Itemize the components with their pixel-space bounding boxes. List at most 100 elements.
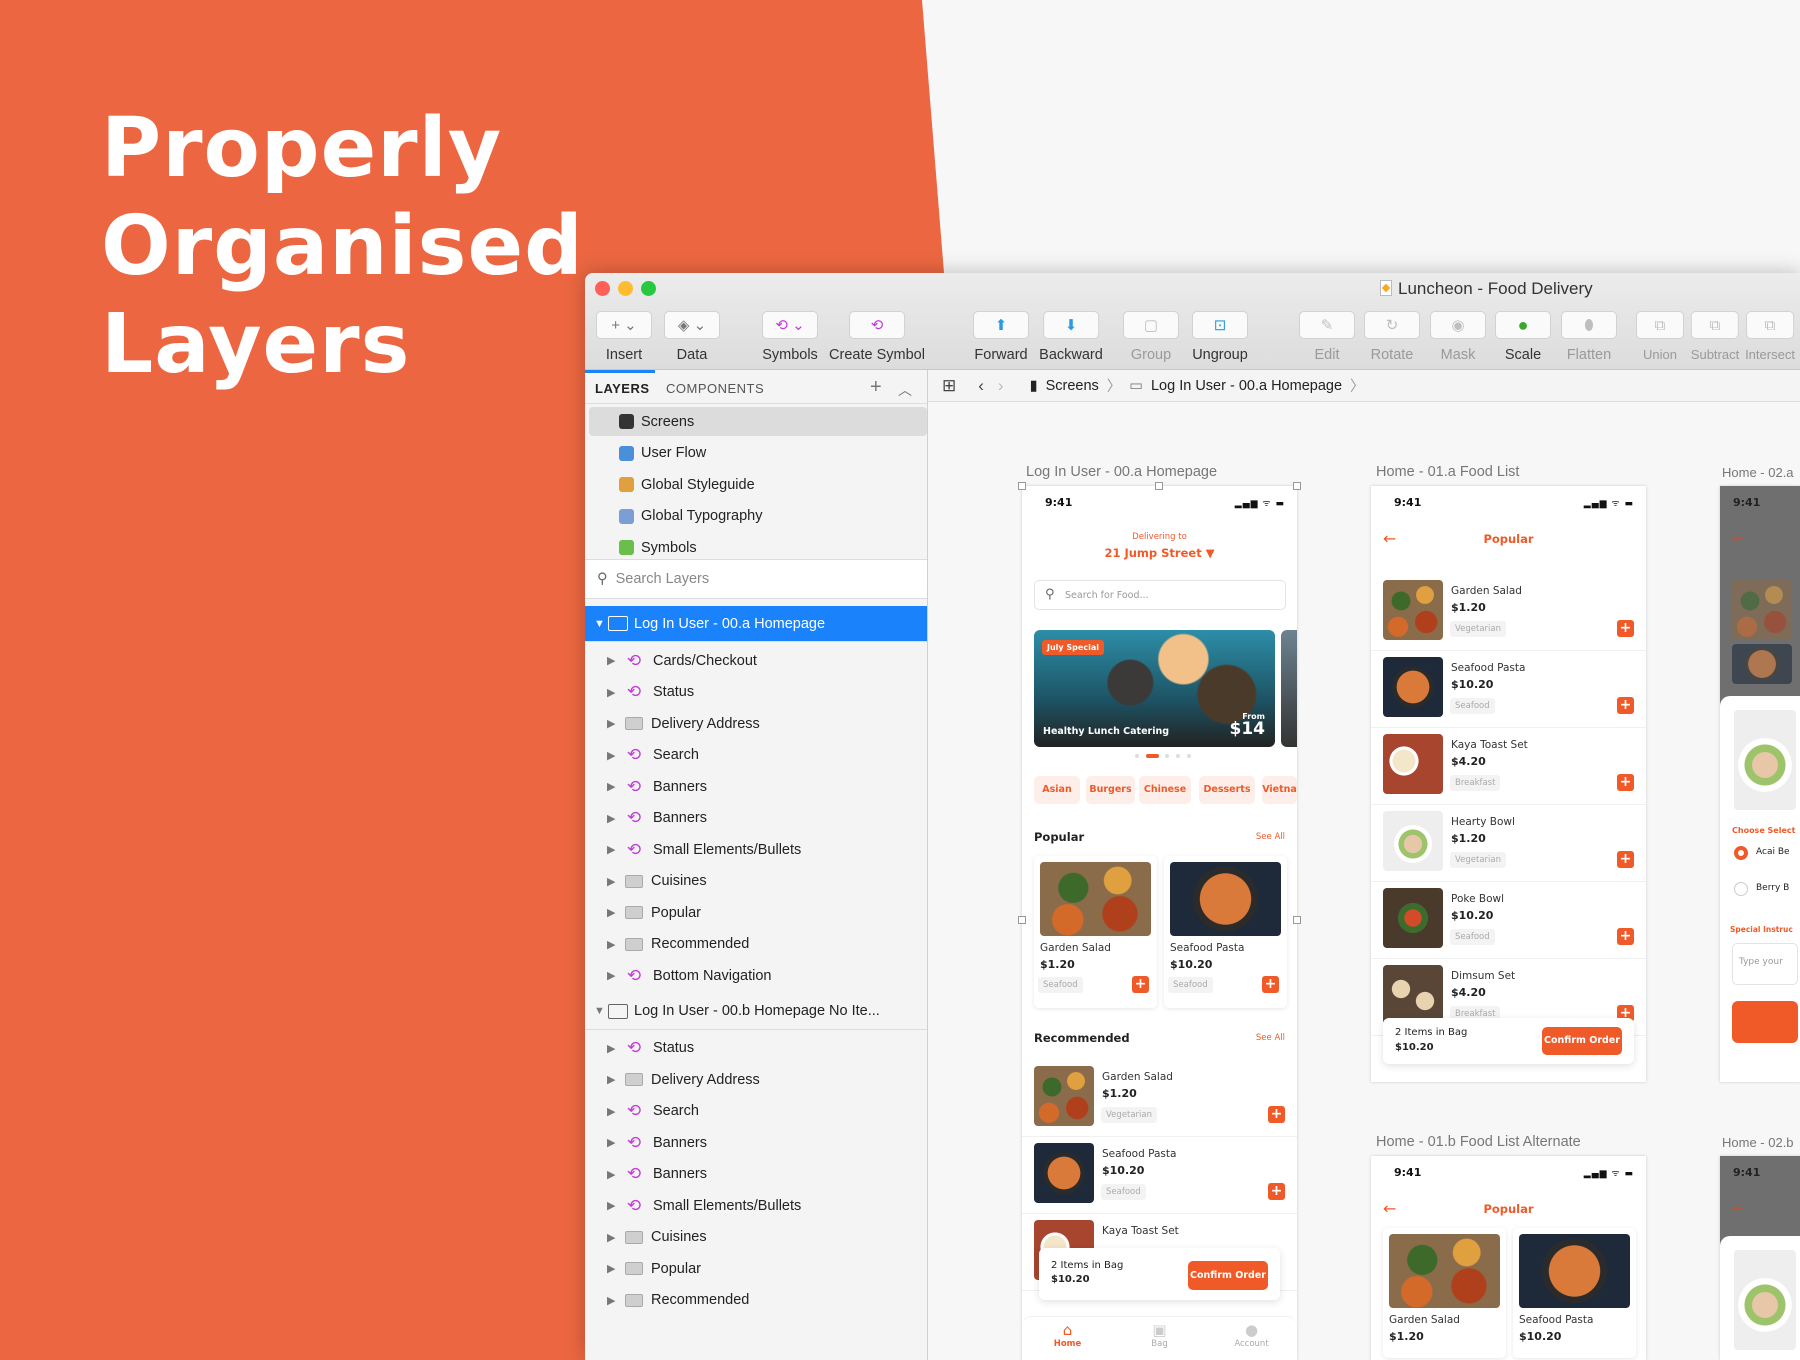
disclosure-triangle-icon[interactable]: ▶ xyxy=(607,686,621,699)
layer-row[interactable]: ▶ Cuisines xyxy=(585,1222,927,1253)
toolbar-subtract-button[interactable]: ⧉ Subtract xyxy=(1691,311,1739,362)
cuisine-chip[interactable]: Asian xyxy=(1034,776,1080,804)
layer-row[interactable]: ▶ Popular xyxy=(585,897,927,928)
grid-view-icon[interactable]: ⊞ xyxy=(942,376,956,396)
artboard-label[interactable]: Home - 02.b xyxy=(1722,1135,1794,1150)
page-item-global-styleguide[interactable]: Global Styleguide xyxy=(589,470,927,499)
toolbar-button-frame[interactable]: ⧉ xyxy=(1745,311,1794,339)
toolbar-button-frame[interactable]: + ⌄ xyxy=(596,311,652,339)
disclosure-triangle-icon[interactable]: ▶ xyxy=(607,969,621,982)
toolbar-button-frame[interactable]: ⬮ xyxy=(1561,311,1617,339)
artboard-label[interactable]: Home - 01.a Food List xyxy=(1376,464,1519,480)
resize-handle[interactable] xyxy=(1018,916,1026,924)
disclosure-triangle-icon[interactable]: ▶ xyxy=(607,843,621,856)
see-all-link[interactable]: See All xyxy=(1256,832,1285,842)
layer-artboard[interactable]: ▼ Log In User - 00.a Homepage xyxy=(585,606,927,642)
layer-row[interactable]: ▶ ⟲ Status xyxy=(585,677,927,708)
layer-row[interactable]: ▶ ⟲ Bottom Navigation xyxy=(585,960,927,991)
carousel-dot[interactable] xyxy=(1176,754,1180,758)
layer-row[interactable]: ▶ ⟲ Banners xyxy=(585,1127,927,1158)
carousel-dot[interactable] xyxy=(1187,754,1191,758)
layer-row[interactable]: ▶ Recommended xyxy=(585,1285,927,1316)
toolbar-data-button[interactable]: ◈ ⌄ Data xyxy=(664,311,720,363)
disclosure-triangle-icon[interactable]: ▶ xyxy=(607,717,621,730)
add-page-icon[interactable]: + xyxy=(870,376,882,399)
toolbar-button-frame[interactable]: ▢ xyxy=(1123,311,1179,339)
layer-row[interactable]: ▶ ⟲ Small Elements/Bullets xyxy=(585,1190,927,1221)
back-icon[interactable]: ‹ xyxy=(978,376,984,396)
search-layers-field[interactable]: ⚲ Search Layers xyxy=(585,559,927,599)
page-item-user-flow[interactable]: User Flow xyxy=(589,439,927,468)
cuisine-chip[interactable]: Chinese xyxy=(1139,776,1191,804)
disclosure-triangle-icon[interactable]: ▶ xyxy=(607,1136,621,1149)
disclosure-triangle-icon[interactable]: ▶ xyxy=(607,1262,621,1275)
nav-home[interactable]: ⌂ Home xyxy=(1022,1321,1113,1349)
address-selector[interactable]: 21 Jump Street ▼ xyxy=(1022,546,1297,560)
popular-card[interactable]: Seafood Pasta $10.20 Seafood + xyxy=(1164,856,1287,1008)
radio-button[interactable] xyxy=(1734,846,1748,860)
carousel-dot[interactable] xyxy=(1146,754,1159,758)
toolbar-ungroup-button[interactable]: ⊡ Ungroup xyxy=(1192,311,1248,363)
toolbar-button-frame[interactable]: ● xyxy=(1495,311,1551,339)
collapse-icon[interactable]: ︿ xyxy=(898,380,913,400)
disclosure-triangle-icon[interactable]: ▶ xyxy=(607,938,621,951)
layer-row[interactable]: ▶ ⟲ Search xyxy=(585,740,927,771)
toolbar-insert-button[interactable]: + ⌄ Insert xyxy=(596,311,652,363)
disclosure-triangle-icon[interactable]: ▼ xyxy=(594,618,608,630)
minimize-button[interactable] xyxy=(618,281,633,296)
add-button[interactable]: + xyxy=(1268,1106,1285,1123)
toolbar-scale-button[interactable]: ● Scale xyxy=(1495,311,1551,363)
resize-handle[interactable] xyxy=(1018,482,1026,490)
carousel-dot[interactable] xyxy=(1165,754,1169,758)
toolbar-button-frame[interactable]: ✎ xyxy=(1299,311,1355,339)
food-card[interactable]: Garden Salad $1.20 xyxy=(1383,1228,1506,1358)
toolbar-button-frame[interactable]: ⟲ ⌄ xyxy=(762,311,818,339)
toolbar-button-frame[interactable]: ⟲ xyxy=(849,311,905,339)
artboard-item-detail-b[interactable]: 9:41 ← xyxy=(1720,1156,1800,1360)
resize-handle[interactable] xyxy=(1293,482,1301,490)
cuisine-chip[interactable]: Burgers xyxy=(1086,776,1135,804)
close-button[interactable] xyxy=(595,281,610,296)
toolbar-button-frame[interactable]: ⬆ xyxy=(973,311,1029,339)
layer-row[interactable]: ▶ Delivery Address xyxy=(585,708,927,739)
toolbar-button-frame[interactable]: ◉ xyxy=(1430,311,1486,339)
breadcrumb-page[interactable]: Screens xyxy=(1046,378,1099,394)
disclosure-triangle-icon[interactable]: ▼ xyxy=(594,1005,608,1017)
toolbar-button-frame[interactable]: ⊡ xyxy=(1192,311,1248,339)
toolbar-button-frame[interactable]: ◈ ⌄ xyxy=(664,311,720,339)
special-instructions-input[interactable]: Type your xyxy=(1732,943,1798,985)
food-card[interactable]: Seafood Pasta $10.20 xyxy=(1513,1228,1636,1358)
bag-summary[interactable]: 2 Items in Bag $10.20 Confirm Order xyxy=(1039,1248,1280,1300)
tab-layers[interactable]: LAYERS xyxy=(595,381,650,396)
resize-handle[interactable] xyxy=(1155,482,1163,490)
layer-row[interactable]: ▶ ⟲ Banners xyxy=(585,771,927,802)
artboard-label[interactable]: Home - 01.b Food List Alternate xyxy=(1376,1134,1581,1150)
toolbar-mask-button[interactable]: ◉ Mask xyxy=(1430,311,1486,363)
add-to-bag-button[interactable] xyxy=(1732,1001,1798,1043)
disclosure-triangle-icon[interactable]: ▶ xyxy=(607,1294,621,1307)
zoom-button[interactable] xyxy=(641,281,656,296)
add-button[interactable]: + xyxy=(1617,928,1634,945)
disclosure-triangle-icon[interactable]: ▶ xyxy=(607,1105,621,1118)
disclosure-triangle-icon[interactable]: ▶ xyxy=(607,1168,621,1181)
radio-button[interactable] xyxy=(1734,882,1748,896)
page-item-symbols[interactable]: Symbols xyxy=(589,533,927,562)
toolbar-flatten-button[interactable]: ⬮ Flatten xyxy=(1561,311,1617,363)
layer-row[interactable]: ▶ Delivery Address xyxy=(585,1064,927,1095)
search-food-input[interactable]: ⚲ Search for Food... xyxy=(1034,580,1286,610)
popular-card[interactable]: Garden Salad $1.20 Seafood + xyxy=(1034,856,1157,1008)
disclosure-triangle-icon[interactable]: ▶ xyxy=(607,1231,621,1244)
toolbar-symbols-button[interactable]: ⟲ ⌄ Symbols xyxy=(762,311,818,363)
add-button[interactable]: + xyxy=(1617,851,1634,868)
add-button[interactable]: + xyxy=(1617,774,1634,791)
toolbar-button-frame[interactable]: ⧉ xyxy=(1690,311,1739,339)
page-item-global-typography[interactable]: Global Typography xyxy=(589,502,927,531)
layer-row[interactable]: ▶ Cuisines xyxy=(585,866,927,897)
carousel-dot[interactable] xyxy=(1135,754,1139,758)
confirm-order-button[interactable]: Confirm Order xyxy=(1542,1027,1622,1055)
artboard-item-detail[interactable]: 9:41 ← Choose Select Acai Be Berry B Special … xyxy=(1720,486,1800,1082)
add-button[interactable]: + xyxy=(1268,1183,1285,1200)
breadcrumb-artboard[interactable]: Log In User - 00.a Homepage xyxy=(1151,378,1342,394)
tab-components[interactable]: COMPONENTS xyxy=(666,381,764,396)
layer-artboard[interactable]: ▼ Log In User - 00.b Homepage No Ite... xyxy=(585,994,927,1030)
